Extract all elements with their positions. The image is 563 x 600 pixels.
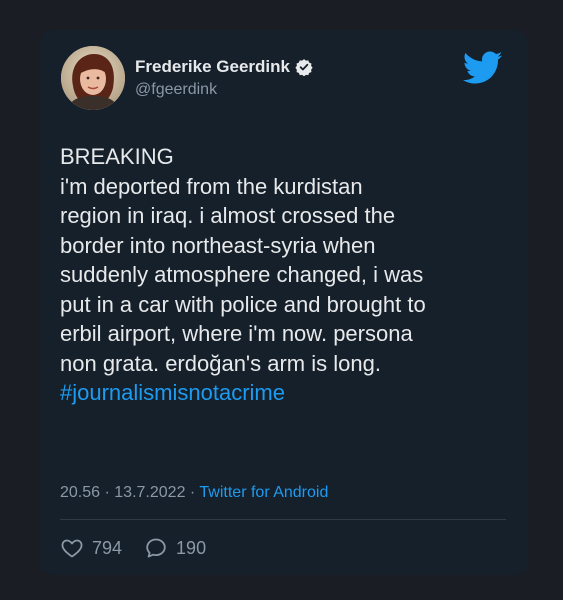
meta-separator: · bbox=[189, 484, 200, 501]
tweet-line: non grata. erdoğan's arm is long. bbox=[60, 350, 381, 376]
screenshot-frame: Frederike Geerdink @fgeerdink BREAKING i… bbox=[0, 0, 563, 600]
display-name[interactable]: Frederike Geerdink bbox=[135, 57, 313, 77]
tweet-time[interactable]: 20.56 bbox=[60, 484, 100, 501]
tweet-source-link[interactable]: Twitter for Android bbox=[199, 484, 328, 501]
tweet-line: i'm deported from the kurdistan bbox=[60, 173, 363, 199]
reply-button[interactable]: 190 bbox=[144, 536, 206, 560]
reply-count: 190 bbox=[176, 537, 207, 558]
like-button[interactable]: 794 bbox=[60, 536, 122, 560]
display-name-text[interactable]: Frederike Geerdink bbox=[135, 57, 290, 77]
tweet-actions: 794 190 bbox=[60, 536, 228, 560]
tweet-date[interactable]: 13.7.2022 bbox=[114, 484, 185, 501]
verified-badge-icon bbox=[295, 59, 313, 76]
tweet-line: region in iraq. i almost crossed the bbox=[60, 203, 396, 228]
avatar-image bbox=[61, 46, 125, 110]
reply-bubble-icon bbox=[146, 538, 166, 558]
like-count: 794 bbox=[92, 537, 123, 558]
meta-separator: · bbox=[104, 484, 115, 501]
heart-icon bbox=[61, 539, 83, 558]
divider bbox=[60, 519, 506, 520]
tweet-line: suddenly atmosphere changed, i was bbox=[60, 262, 424, 287]
hashtag-link[interactable]: #journalismisnotacrime bbox=[60, 378, 515, 408]
tweet-line: BREAKING bbox=[60, 144, 174, 169]
tweet-card[interactable]: Frederike Geerdink @fgeerdink BREAKING i… bbox=[40, 30, 528, 575]
tweet-text: BREAKING i'm deported from the kurdistan… bbox=[60, 142, 515, 408]
avatar[interactable] bbox=[61, 46, 125, 110]
tweet-meta: 20.56 · 13.7.2022 · Twitter for Android bbox=[60, 484, 328, 502]
tweet-line: erbil airport, where i'm now. persona bbox=[60, 321, 413, 346]
handle[interactable]: @fgeerdink bbox=[135, 81, 217, 99]
twitter-bird-icon[interactable] bbox=[463, 51, 503, 85]
tweet-line: put in a car with police and brought to bbox=[60, 291, 426, 317]
tweet-line: border into northeast-syria when bbox=[60, 232, 376, 258]
